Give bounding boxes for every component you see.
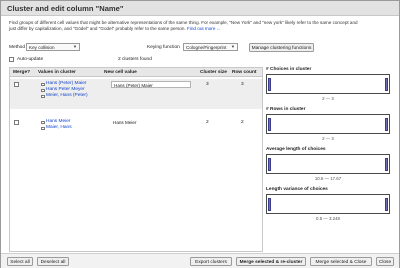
new-cell-value-input[interactable]: Hans (Peter) Maier xyxy=(111,81,191,88)
checkbox-icon[interactable] xyxy=(41,120,45,124)
row-count: 2 xyxy=(241,120,244,125)
table-row: Hans (Peter) Maier Hans Peter Meyer Meie… xyxy=(10,79,262,109)
auto-update-checkbox[interactable] xyxy=(9,57,14,62)
manage-clustering-functions-button[interactable]: Manage clustering functions xyxy=(249,43,314,52)
cluster-size: 2 xyxy=(206,120,209,125)
cluster-dialog: Cluster and edit column "Name" Find grou… xyxy=(0,0,400,268)
description: Find groups of different cell values tha… xyxy=(9,20,395,33)
histogram-average-length xyxy=(266,154,390,174)
new-cell-value-input[interactable]: Hans Meier xyxy=(111,119,191,126)
header-merge: Merge? xyxy=(13,70,31,75)
checkbox-icon[interactable] xyxy=(41,82,45,86)
facet-range-average-length: 10.5 — 17.67 xyxy=(314,176,342,181)
checkbox-icon[interactable] xyxy=(41,94,45,99)
range-slider-handle-left[interactable] xyxy=(268,198,271,211)
header-new-value: New cell value xyxy=(104,70,137,75)
merge-checkbox[interactable] xyxy=(14,82,19,87)
cluster-value-link[interactable]: Maier, Hans xyxy=(46,125,72,131)
method-select[interactable]: Key collision ▼ xyxy=(26,43,80,51)
header-values: Values in cluster xyxy=(38,70,76,75)
table-row: Hans Meier Maier, Hans Hans Meier 2 2 xyxy=(10,117,262,139)
dialog-footer: Select all Deselect all Export clusters … xyxy=(1,253,399,268)
range-slider-handle-left[interactable] xyxy=(268,78,271,91)
header-row-count: Row count xyxy=(232,70,257,75)
merge-checkbox[interactable] xyxy=(14,120,19,125)
find-out-more-link[interactable]: Find out more ... xyxy=(187,26,220,31)
cluster-size: 3 xyxy=(206,82,209,87)
range-slider-handle-right[interactable] xyxy=(385,198,388,211)
range-slider-handle-right[interactable] xyxy=(385,158,388,171)
facet-range-length-variance: 0.5 — 3.248 xyxy=(316,216,340,221)
keying-function-select-value: Cologne/Fingerprint xyxy=(186,45,227,50)
checkbox-icon[interactable] xyxy=(41,126,45,131)
checkbox-icon[interactable] xyxy=(41,88,45,93)
deselect-all-button[interactable]: Deselect all xyxy=(37,257,69,266)
merge-recluster-button[interactable]: Merge selected & re-cluster xyxy=(236,257,306,266)
histogram-rows xyxy=(266,114,390,134)
cluster-table: Merge? Values in cluster New cell value … xyxy=(9,67,263,252)
clusters-found-text: 2 clusters found xyxy=(118,57,152,62)
facet-range-rows: 2 — 3 xyxy=(322,136,334,141)
chevron-down-icon: ▼ xyxy=(230,44,235,49)
dialog-title: Cluster and edit column "Name" xyxy=(1,1,399,16)
method-select-value: Key collision xyxy=(29,45,55,50)
facet-title-choices: # Choices in cluster xyxy=(266,67,312,72)
range-slider-handle-left[interactable] xyxy=(268,158,271,171)
facet-range-choices: 2 — 3 xyxy=(322,96,334,101)
export-clusters-button[interactable]: Export clusters xyxy=(190,257,232,266)
range-slider-handle-right[interactable] xyxy=(385,78,388,91)
row-count: 3 xyxy=(241,82,244,87)
header-cluster-size: Cluster size xyxy=(200,70,227,75)
facet-title-length-variance: Length variance of choices xyxy=(266,187,328,192)
cluster-value-link[interactable]: Meier, Hans (Peter) xyxy=(46,93,88,99)
close-button[interactable]: Close xyxy=(376,257,394,266)
keying-function-label: Keying function xyxy=(147,45,180,50)
histogram-choices xyxy=(266,74,390,94)
histogram-length-variance xyxy=(266,194,390,214)
facet-title-rows: # Rows in cluster xyxy=(266,107,306,112)
method-label: Method xyxy=(9,45,25,50)
facet-title-average-length: Average length of choices xyxy=(266,147,326,152)
table-header: Merge? Values in cluster New cell value … xyxy=(10,68,262,77)
chevron-down-icon: ▼ xyxy=(72,44,77,49)
auto-update-label: Auto-update xyxy=(17,57,44,62)
range-slider-handle-right[interactable] xyxy=(385,118,388,131)
select-all-button[interactable]: Select all xyxy=(7,257,33,266)
range-slider-handle-left[interactable] xyxy=(268,118,271,131)
keying-function-select[interactable]: Cologne/Fingerprint ▼ xyxy=(183,43,238,51)
description-line-2: just differ by capitalization, and "Göde… xyxy=(9,26,186,32)
merge-close-button[interactable]: Merge selected & Close xyxy=(310,257,372,266)
